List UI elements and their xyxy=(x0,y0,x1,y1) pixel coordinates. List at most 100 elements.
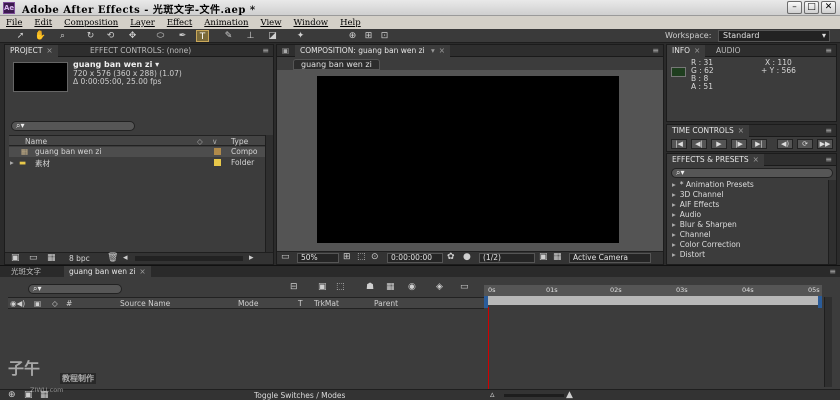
scroll-right-icon[interactable]: ▸ xyxy=(249,253,254,263)
new-folder-icon[interactable]: ▭ xyxy=(29,253,38,263)
first-frame-icon[interactable]: |◀ xyxy=(671,139,687,149)
composition-mini-flowchart-icon[interactable]: ⊟ xyxy=(290,282,298,292)
composition-dropdown-icon[interactable]: ▾ xyxy=(431,46,435,55)
composition-viewer[interactable] xyxy=(277,70,663,251)
motion-blur-icon[interactable]: ◉ xyxy=(408,282,416,292)
panel-menu-icon[interactable]: ≡ xyxy=(825,155,832,164)
lock-icon[interactable]: ▣ xyxy=(277,45,294,57)
column-mode[interactable]: Mode xyxy=(238,299,258,308)
menu-animation[interactable]: Animation xyxy=(204,18,248,28)
transparency-grid-icon[interactable]: ▦ xyxy=(553,252,562,262)
previous-frame-icon[interactable]: ◀| xyxy=(691,139,707,149)
tab-project[interactable]: PROJECT × xyxy=(5,45,58,57)
column-t[interactable]: T xyxy=(298,299,303,308)
axis-view-icon[interactable]: ⊡ xyxy=(378,30,391,42)
unified-camera-tool-icon[interactable]: ⟲ xyxy=(104,30,117,42)
draft-3d-icon[interactable]: ⬚ xyxy=(336,282,345,292)
magnification-dropdown[interactable]: 50% xyxy=(297,253,339,263)
menu-view[interactable]: View xyxy=(260,18,281,28)
layer-number-icon[interactable]: # xyxy=(66,299,72,308)
hide-shy-layers-icon[interactable]: ☗ xyxy=(366,282,374,292)
mask-visibility-icon[interactable]: ⬚ xyxy=(357,252,366,262)
tab-info[interactable]: INFO × xyxy=(667,45,706,57)
type-tool-icon[interactable]: T xyxy=(196,30,209,42)
tab-effects-presets[interactable]: EFFECTS & PRESETS × xyxy=(667,154,764,166)
effects-item[interactable]: ▸ 3D Channel xyxy=(672,190,724,199)
layer-switches-icon[interactable]: ⊕ xyxy=(8,390,16,400)
label-tag-icon[interactable]: ◇ xyxy=(52,299,58,308)
audio-icon[interactable]: ◀) xyxy=(777,139,793,149)
project-search-input[interactable]: ⌕▾ xyxy=(11,121,135,131)
effects-search-input[interactable]: ⌕▾ xyxy=(671,168,833,178)
selection-tool-icon[interactable]: ➚ xyxy=(14,30,27,42)
color-channel-icon[interactable]: ● xyxy=(463,252,471,262)
column-parent[interactable]: Parent xyxy=(374,299,398,308)
close-tab-icon[interactable]: × xyxy=(139,267,145,276)
close-tab-icon[interactable]: × xyxy=(753,155,759,164)
interpret-footage-icon[interactable]: ▣ xyxy=(11,253,20,263)
brush-tool-icon[interactable]: ✎ xyxy=(222,30,235,42)
label-column-icon[interactable]: ◇ xyxy=(197,137,203,146)
effects-item[interactable]: ▸ Audio xyxy=(672,210,701,219)
menu-edit[interactable]: Edit xyxy=(34,18,52,28)
av-features-icon[interactable]: ◉◀) xyxy=(10,299,25,308)
menu-layer[interactable]: Layer xyxy=(130,18,155,28)
menu-effect[interactable]: Effect xyxy=(167,18,192,28)
timeline-zoom-slider[interactable] xyxy=(504,394,564,397)
composition-subtab[interactable]: guang ban wen zi xyxy=(293,59,380,70)
work-area-bar[interactable] xyxy=(484,296,822,305)
live-update-icon[interactable]: ▣ xyxy=(318,282,327,292)
current-time-field[interactable]: 0:00:00:00 xyxy=(387,253,443,263)
camera-view-dropdown[interactable]: Active Camera xyxy=(569,253,651,263)
clone-stamp-tool-icon[interactable]: ⊥ xyxy=(244,30,257,42)
close-tab-icon[interactable]: × xyxy=(694,46,700,55)
work-area-end-handle[interactable] xyxy=(818,296,822,308)
effects-scrollbar[interactable] xyxy=(828,180,836,264)
last-frame-icon[interactable]: ▶| xyxy=(751,139,767,149)
hand-tool-icon[interactable]: ✋ xyxy=(34,30,47,42)
menu-window[interactable]: Window xyxy=(293,18,328,28)
new-composition-icon[interactable]: ▦ xyxy=(47,253,56,263)
effects-item[interactable]: ▸ Color Correction xyxy=(672,240,741,249)
tab-time-controls[interactable]: TIME CONTROLS × xyxy=(667,125,750,137)
eraser-tool-icon[interactable]: ◪ xyxy=(266,30,279,42)
close-tab-icon[interactable]: × xyxy=(738,126,744,135)
panel-menu-icon[interactable]: ≡ xyxy=(262,46,269,55)
ellipse-tool-icon[interactable]: ⬭ xyxy=(154,30,167,42)
maximize-button[interactable]: □ xyxy=(804,1,819,14)
play-icon[interactable]: ▶ xyxy=(711,139,727,149)
menu-composition[interactable]: Composition xyxy=(64,18,118,28)
pen-tool-icon[interactable]: ✒ xyxy=(176,30,189,42)
effects-item[interactable]: ▸ * Animation Presets xyxy=(672,180,754,189)
ram-preview-icon[interactable]: ▶▶ xyxy=(817,139,833,149)
snapshot-icon[interactable]: ⊙ xyxy=(371,252,379,262)
minimize-button[interactable]: – xyxy=(787,1,802,14)
menu-help[interactable]: Help xyxy=(340,18,361,28)
effects-item[interactable]: ▸ Channel xyxy=(672,230,711,239)
zoom-tool-icon[interactable]: ⌕ xyxy=(56,30,69,42)
timeline-search-input[interactable]: ⌕▾ xyxy=(28,284,122,294)
bit-depth-button[interactable]: 8 bpc xyxy=(69,254,90,263)
loop-icon[interactable]: ⟳ xyxy=(797,139,813,149)
frame-blending-icon[interactable]: ▦ xyxy=(386,282,395,292)
workspace-dropdown[interactable]: Standard xyxy=(718,30,830,42)
expand-arrow-icon[interactable]: ▸ xyxy=(10,158,14,167)
puppet-pin-tool-icon[interactable]: ✦ xyxy=(294,30,307,42)
composition-frame[interactable] xyxy=(317,76,619,243)
effects-item[interactable]: ▸ AIF Effects xyxy=(672,200,719,209)
column-type[interactable]: Type xyxy=(231,137,248,146)
resolution-dropdown[interactable]: (1/2) xyxy=(479,253,535,263)
selected-item-name[interactable]: guang ban wen zi ▾ xyxy=(73,60,159,69)
panel-menu-icon[interactable]: ≡ xyxy=(825,46,832,55)
axis-local-icon[interactable]: ⊕ xyxy=(346,30,359,42)
sort-chevron-icon[interactable]: ∨ xyxy=(212,137,218,146)
close-tab-icon[interactable]: × xyxy=(46,46,52,55)
project-scrollbar[interactable] xyxy=(265,135,273,253)
timeline-scrollbar[interactable] xyxy=(824,297,832,387)
column-name[interactable]: Name xyxy=(25,137,47,146)
tab-effect-controls[interactable]: EFFECT CONTROLS: (none) xyxy=(85,45,196,57)
panel-menu-icon[interactable]: ≡ xyxy=(825,126,832,135)
column-source-name[interactable]: Source Name xyxy=(120,299,170,308)
rotation-tool-icon[interactable]: ↻ xyxy=(84,30,97,42)
panel-menu-icon[interactable]: ≡ xyxy=(829,267,836,276)
